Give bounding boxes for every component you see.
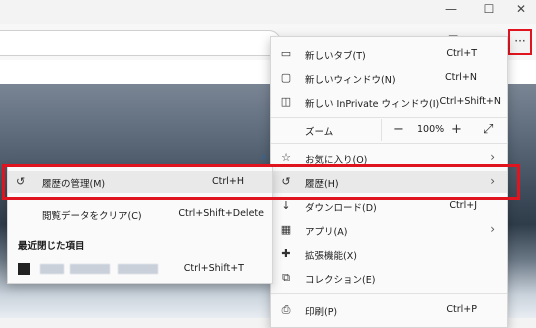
divider — [271, 293, 507, 294]
inprivate-icon: ◫ — [280, 95, 292, 108]
menu-label: 印刷(P) — [305, 307, 338, 318]
menu-history[interactable]: ↺ 履歴(H) › — [271, 171, 507, 193]
zoom-level: 100% — [417, 124, 445, 135]
zoom-in-button[interactable]: + — [451, 122, 462, 137]
menu-label: 新しいタブ(T) — [305, 51, 366, 62]
menu-new-window[interactable]: ▢ 新しいウィンドウ(N) Ctrl+N — [271, 67, 507, 89]
menu-shortcut: Ctrl+J — [449, 200, 477, 211]
divider — [381, 119, 382, 141]
history-submenu: ↺ 履歴の管理(M) Ctrl+H 閲覧データをクリア(C) Ctrl+Shif… — [7, 166, 273, 284]
minimize-button[interactable]: — — [436, 0, 466, 20]
menu-shortcut: Ctrl+P — [446, 304, 477, 315]
settings-more-button[interactable]: ··· — [508, 29, 532, 55]
menu-downloads[interactable]: ↓ ダウンロード(D) Ctrl+J — [271, 195, 507, 217]
menu-collections[interactable]: ⧉ コレクション(E) — [271, 267, 507, 289]
chevron-right-icon: › — [490, 174, 495, 188]
new-window-icon: ▢ — [280, 71, 292, 84]
apps-icon: ▦ — [280, 223, 292, 236]
recent-items-heading: 最近閉じた項目 — [18, 241, 85, 252]
menu-shortcut: Ctrl+Shift+N — [439, 96, 501, 107]
menu-label: お気に入り(O) — [305, 155, 368, 166]
collections-icon: ⧉ — [282, 271, 290, 284]
menu-shortcut: Ctrl+H — [211, 176, 244, 187]
address-bar[interactable] — [0, 30, 281, 56]
menu-new-inprivate[interactable]: ◫ 新しい InPrivate ウィンドウ(I) Ctrl+Shift+N — [271, 91, 507, 113]
history-icon: ↺ — [281, 175, 291, 188]
menu-label: 新しいウィンドウ(N) — [305, 75, 396, 86]
blurred-title[interactable] — [40, 264, 64, 274]
menu-new-tab[interactable]: ▭ 新しいタブ(T) Ctrl+T — [271, 43, 507, 65]
menu-shortcut: Ctrl+T — [446, 48, 477, 59]
extensions-icon: ✚ — [281, 247, 291, 260]
submenu-manage-history[interactable]: ↺ 履歴の管理(M) Ctrl+H — [8, 171, 272, 193]
menu-label: 閲覧データをクリア(C) — [42, 211, 142, 222]
menu-zoom: ズーム − 100% + ⤢ — [271, 119, 507, 141]
menu-label: 新しい InPrivate ウィンドウ(I) — [305, 99, 440, 110]
site-favicon-icon — [18, 263, 30, 275]
divider — [271, 117, 507, 118]
menu-label: 履歴の管理(M) — [42, 179, 106, 190]
favorites-icon: ☆ — [281, 151, 291, 164]
menu-label: ダウンロード(D) — [305, 203, 377, 214]
settings-menu: ▭ 新しいタブ(T) Ctrl+T ▢ 新しいウィンドウ(N) Ctrl+N ◫… — [270, 36, 508, 328]
fullscreen-icon[interactable]: ⤢ — [483, 122, 493, 137]
zoom-out-button[interactable]: − — [393, 122, 404, 137]
menu-apps[interactable]: ▦ アプリ(A) › — [271, 219, 507, 241]
close-button[interactable]: ✕ — [506, 0, 536, 20]
menu-label: 拡張機能(X) — [305, 251, 357, 262]
search-icon[interactable]: ⌕ — [261, 150, 267, 164]
new-tab-icon: ▭ — [280, 47, 292, 60]
chevron-right-icon: › — [490, 150, 495, 164]
menu-favorites[interactable]: ☆ お気に入り(O) › — [271, 147, 507, 169]
menu-extensions[interactable]: ✚ 拡張機能(X) — [271, 243, 507, 265]
menu-shortcut: Ctrl+Shift+T — [183, 263, 244, 274]
zoom-label: ズーム — [305, 127, 334, 138]
menu-label: 履歴(H) — [305, 179, 339, 190]
download-icon: ↓ — [281, 199, 291, 212]
history-icon: ↺ — [16, 175, 26, 188]
menu-shortcut: Ctrl+N — [445, 72, 477, 83]
title-bar: — ☐ ✕ — [0, 0, 536, 24]
divider — [271, 143, 507, 144]
maximize-button[interactable]: ☐ — [474, 0, 504, 20]
menu-label: コレクション(E) — [305, 275, 376, 286]
menu-shortcut: Ctrl+Shift+Delete — [178, 208, 264, 219]
blurred-title[interactable] — [70, 264, 110, 274]
submenu-clear-browsing-data[interactable]: 閲覧データをクリア(C) Ctrl+Shift+Delete — [8, 203, 272, 225]
menu-label: アプリ(A) — [305, 227, 348, 238]
chevron-right-icon: › — [490, 222, 495, 236]
print-icon: ⎙ — [281, 303, 291, 316]
blurred-title[interactable] — [118, 264, 158, 274]
